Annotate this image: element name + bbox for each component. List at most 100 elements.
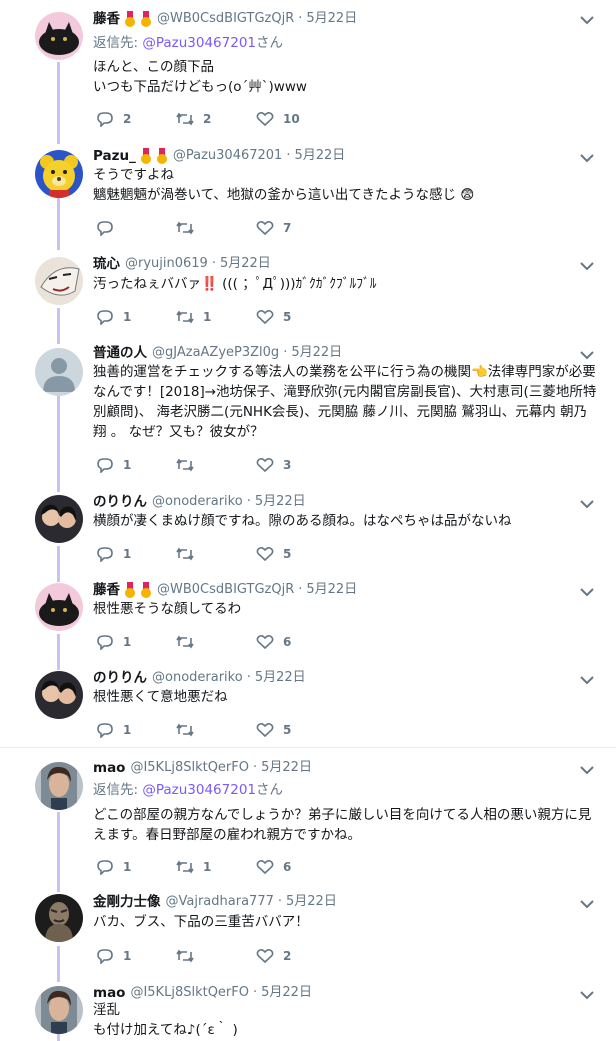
reply-button[interactable]: 1 [96, 722, 176, 738]
chevron-down-icon[interactable] [580, 587, 594, 597]
retweet-button[interactable] [176, 220, 256, 236]
like-button[interactable]: 6 [256, 634, 336, 650]
mask-avatar[interactable] [35, 257, 83, 305]
display-name[interactable]: 藤香 [93, 580, 120, 600]
chevron-down-icon[interactable] [580, 899, 594, 909]
chevron-down-icon[interactable] [580, 499, 594, 509]
reply-button[interactable]: 1 [96, 546, 176, 562]
user-handle[interactable]: @onoderariko [152, 492, 243, 512]
tweet-date[interactable]: 5月22日 [255, 492, 306, 512]
portrait-avatar[interactable] [35, 762, 83, 810]
like-button[interactable]: 10 [256, 111, 336, 127]
retweet-button[interactable]: 1 [176, 309, 256, 325]
reply-mention-link[interactable]: @Pazu30467201 [142, 35, 256, 51]
tweet[interactable]: mao @I5KLj8SlktQerFO · 5月22日 返信先: @Pazu3… [0, 756, 616, 890]
medal-icon [125, 581, 135, 598]
tweet-date[interactable]: 5月22日 [220, 254, 271, 274]
reply-button[interactable]: 1 [96, 948, 176, 964]
reply-mention-link[interactable]: @Pazu30467201 [142, 782, 256, 798]
tweet[interactable]: のりりん @onoderariko · 5月22日 根性悪くて意地悪だね 1 5 [0, 668, 616, 746]
chevron-down-icon[interactable] [580, 261, 594, 271]
tweet-date[interactable]: 5月22日 [294, 146, 345, 166]
retweet-button[interactable] [176, 722, 256, 738]
retweet-button[interactable] [176, 634, 256, 650]
tweet-date[interactable]: 5月22日 [286, 892, 337, 912]
tweet[interactable]: 藤香 @WB0CsdBIGTGzQjR · 5月22日 返信先: @Pazu30… [0, 0, 616, 145]
heart-icon [256, 457, 274, 473]
couple-photo-avatar[interactable] [35, 495, 83, 543]
tweet[interactable]: mao @I5KLj8SlktQerFO · 5月22日 淫乱 も付け加えてね♪… [0, 980, 616, 1041]
tweet-text: 淫乱 も付け加えてね♪(´ε｀ ) [93, 1002, 238, 1038]
tweet-date[interactable]: 5月22日 [255, 668, 306, 688]
tweet[interactable]: 普通の人 @gJAzaAZyeP3Zl0g · 5月22日 独善的運営をチェック… [0, 342, 616, 492]
tweet[interactable]: Pazu_ @Pazu30467201 · 5月22日 そうですよね 魑魅魍魎が… [0, 145, 616, 250]
tweet-actions: 7 [96, 219, 336, 237]
portrait-avatar[interactable] [35, 986, 83, 1034]
tweet-date[interactable]: 5月22日 [306, 580, 357, 600]
reply-icon [97, 860, 113, 875]
user-handle[interactable]: @Pazu30467201 [173, 146, 282, 166]
like-button[interactable]: 7 [256, 220, 336, 236]
chevron-down-icon[interactable] [580, 15, 594, 25]
user-handle[interactable]: @WB0CsdBIGTGzQjR [157, 9, 294, 29]
retweet-button[interactable]: 2 [176, 111, 256, 127]
tweet-text: そうですよね 魑魅魍魎が渦巻いて、地獄の釜から這い出てきたような感じ 😨 [93, 167, 475, 203]
tweet-text: ほんと、この顔下品 いつも下品だけどもっ(o´艸`)www [93, 59, 307, 95]
like-button[interactable]: 3 [256, 457, 336, 473]
heart-icon [256, 111, 274, 127]
tweet[interactable]: のりりん @onoderariko · 5月22日 横顔が凄くまぬけ顔ですね。隙… [0, 492, 616, 580]
tweet-date[interactable]: 5月22日 [291, 343, 342, 363]
statue-avatar[interactable] [35, 894, 83, 942]
display-name[interactable]: 金剛力士像 [93, 892, 161, 912]
chevron-down-icon[interactable] [580, 675, 594, 685]
like-button[interactable]: 5 [256, 309, 336, 325]
reply-button[interactable] [96, 220, 176, 236]
separator-dot: · [298, 11, 303, 26]
display-name[interactable]: mao [93, 758, 125, 778]
chevron-down-icon[interactable] [580, 153, 594, 163]
display-name[interactable]: 藤香 [93, 9, 120, 29]
user-handle[interactable]: @gJAzaAZyeP3Zl0g [152, 343, 279, 363]
reply-button[interactable]: 1 [96, 634, 176, 650]
retweet-button[interactable]: 1 [176, 859, 256, 875]
user-handle[interactable]: @ryujin0619 [125, 254, 208, 274]
reply-button[interactable]: 1 [96, 457, 176, 473]
chevron-down-icon[interactable] [580, 990, 594, 1000]
display-name[interactable]: のりりん [93, 668, 147, 688]
tweet-date[interactable]: 5月22日 [306, 9, 357, 29]
user-handle[interactable]: @onoderariko [152, 668, 243, 688]
tweet[interactable]: 琉心 @ryujin0619 · 5月22日 汚ったねぇババァ‼️ ((( ；ﾟ… [0, 250, 616, 342]
black-cat-avatar[interactable] [35, 12, 83, 60]
reply-count: 1 [123, 310, 132, 324]
chevron-down-icon[interactable] [580, 350, 594, 360]
display-name[interactable]: 普通の人 [93, 343, 147, 363]
like-count: 3 [283, 458, 292, 472]
display-name[interactable]: 琉心 [93, 254, 120, 274]
teddy-bear-avatar[interactable] [35, 150, 83, 198]
user-handle[interactable]: @WB0CsdBIGTGzQjR [157, 580, 294, 600]
tweet[interactable]: 藤香 @WB0CsdBIGTGzQjR · 5月22日 根性悪そうな顔してるわ … [0, 580, 616, 668]
reply-to: 返信先: @Pazu30467201さん [93, 780, 283, 800]
user-handle[interactable]: @Vajradhara777 [166, 892, 274, 912]
black-cat-avatar[interactable] [35, 583, 83, 631]
like-button[interactable]: 5 [256, 722, 336, 738]
reply-icon [97, 547, 113, 562]
like-button[interactable]: 2 [256, 948, 336, 964]
tweet[interactable]: 金剛力士像 @Vajradhara777 · 5月22日 バカ、ブス、下品の三重… [0, 890, 616, 980]
display-name[interactable]: のりりん [93, 492, 147, 512]
retweet-button[interactable] [176, 948, 256, 964]
user-handle[interactable]: @I5KLj8SlktQerFO [130, 758, 249, 778]
reply-button[interactable]: 1 [96, 859, 176, 875]
reply-button[interactable]: 2 [96, 111, 176, 127]
reply-button[interactable]: 1 [96, 309, 176, 325]
tweet-date[interactable]: 5月22日 [261, 758, 312, 778]
retweet-button[interactable] [176, 457, 256, 473]
retweet-button[interactable] [176, 546, 256, 562]
like-button[interactable]: 6 [256, 859, 336, 875]
chevron-down-icon[interactable] [580, 765, 594, 775]
default-profile-avatar[interactable] [35, 348, 83, 396]
like-button[interactable]: 5 [256, 546, 336, 562]
couple-photo-avatar[interactable] [35, 671, 83, 719]
display-name[interactable]: Pazu_ [93, 146, 136, 166]
like-count: 7 [283, 221, 292, 235]
